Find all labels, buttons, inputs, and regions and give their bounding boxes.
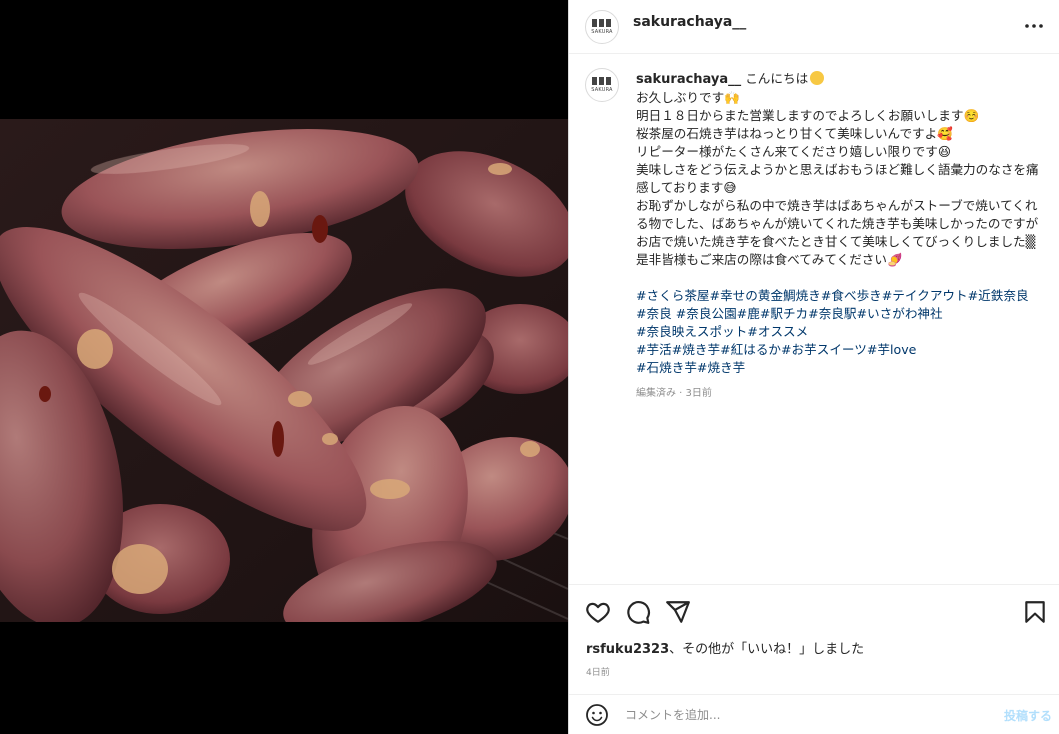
post-time: 4日前 — [586, 668, 610, 678]
sweet-potato-photo — [0, 119, 568, 622]
post-image-panel — [0, 0, 568, 734]
comment-bar: 投稿する — [569, 694, 1059, 734]
caption-line: 明日１８日からまた営業しますのでよろしくお願いします☺️ — [636, 108, 980, 123]
caption-line: お久しぶりです🙌 — [636, 90, 740, 105]
smile-emoji-icon — [810, 71, 825, 85]
comment-input[interactable] — [625, 705, 985, 725]
hashtag-line[interactable]: #さくら茶屋#幸せの黄金鯛焼き#食べ歩き#テイクアウト#近鉄奈良 — [636, 287, 1041, 305]
caption-first-line: こんにちは — [745, 71, 809, 86]
bookmark-icon[interactable] — [1022, 599, 1048, 625]
emoji-icon[interactable] — [585, 703, 609, 727]
caption-line: 是非皆様もご来店の際は食べてみてください🍠 — [636, 252, 903, 267]
caption-area: SAKURA sakurachaya__ こんにちは お久しぶりです🙌 明日１８日… — [569, 54, 1059, 584]
hashtags: #さくら茶屋#幸せの黄金鯛焼き#食べ歩き#テイクアウト#近鉄奈良 #奈良 #奈良… — [636, 287, 1041, 377]
caption-line: リピーター様がたくさん来てくださり嬉しい限りです😆 — [636, 144, 952, 159]
avatar-logo-text: SAKURA — [591, 87, 613, 93]
hashtag-line[interactable]: #奈良映えスポット#オススメ — [636, 323, 1041, 341]
hashtag-line[interactable]: #芋活#焼き芋#紅はるか#お芋スイーツ#芋love — [636, 341, 1041, 359]
caption-text: sakurachaya__ こんにちは お久しぶりです🙌 明日１８日からまた営業し… — [636, 70, 1041, 403]
caption-username[interactable]: sakurachaya__ — [636, 72, 741, 87]
caption-line: 桜茶屋の石焼き芋はねっとり甘くて美味しいんですよ🥰 — [636, 126, 953, 141]
caption-avatar[interactable]: SAKURA — [585, 68, 619, 102]
header-username[interactable]: sakurachaya__ — [633, 14, 746, 30]
caption-line: 美味しさをどう伝えようかと思えばおもうほど難しく語彙力のなさを痛感しております😅 — [636, 162, 1039, 195]
comment-icon[interactable] — [625, 599, 651, 625]
edited-timestamp: 編集済み · 3日前 — [636, 388, 712, 399]
likes-username[interactable]: rsfuku2323 — [586, 642, 669, 657]
post-comment-button[interactable]: 投稿する — [1004, 707, 1052, 724]
heart-icon[interactable] — [585, 599, 611, 625]
post-details-panel: SAKURA sakurachaya__ SAKURA sakurachaya_… — [568, 0, 1059, 734]
sakura-logo-icon — [592, 77, 612, 85]
share-icon[interactable] — [665, 599, 691, 625]
action-bar: rsfuku2323、その他が「いいね！」しました 4日前 — [569, 584, 1059, 694]
avatar-logo-text: SAKURA — [591, 29, 613, 35]
sakura-logo-icon — [592, 19, 612, 27]
likes-text: 、その他が「いいね！」しました — [669, 642, 865, 657]
caption-line: お恥ずかしながら私の中で焼き芋はばあちゃんがストーブで焼いてくれる物でした、ばあ… — [636, 198, 1039, 249]
likes-summary: rsfuku2323、その他が「いいね！」しました — [586, 638, 864, 657]
hashtag-line[interactable]: #奈良 #奈良公園#鹿#駅チカ#奈良駅#いさがわ神社 — [636, 305, 1041, 323]
more-icon[interactable] — [1022, 14, 1046, 38]
post-header: SAKURA sakurachaya__ — [569, 0, 1059, 54]
avatar[interactable]: SAKURA — [585, 10, 619, 44]
hashtag-line[interactable]: #石焼き芋#焼き芋 — [636, 359, 1041, 377]
